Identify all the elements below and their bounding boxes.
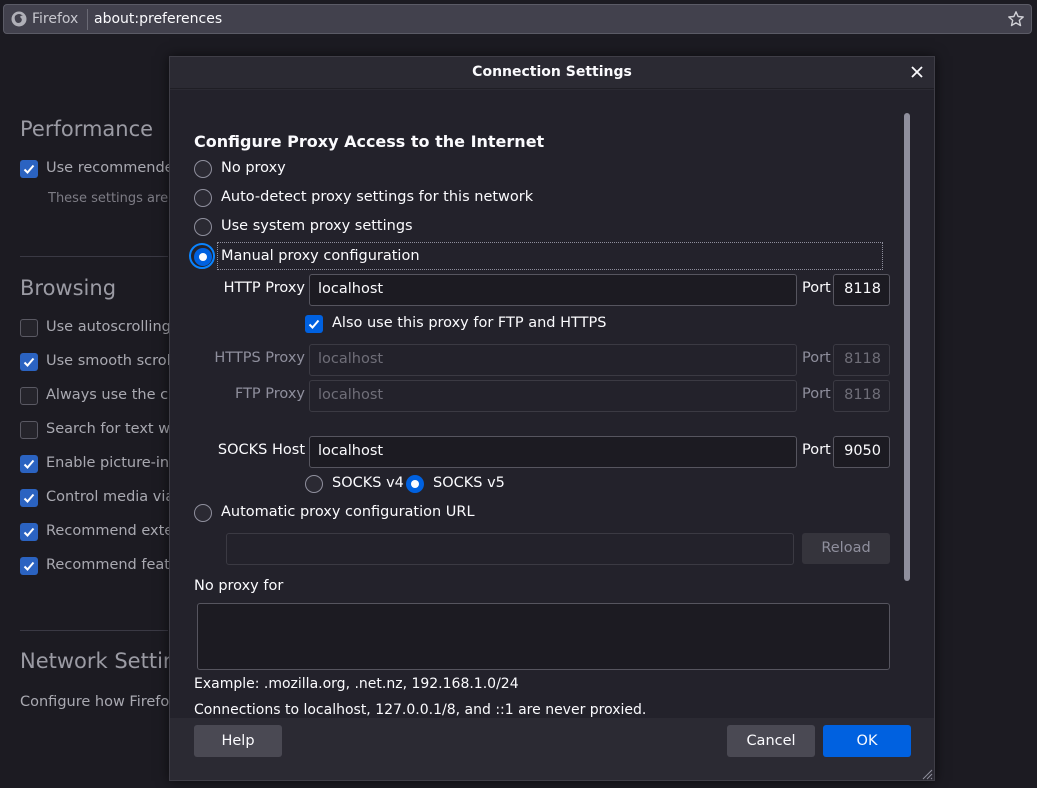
browsing-item-label: Always use the cu xyxy=(46,387,178,403)
browsing-checkbox[interactable] xyxy=(20,387,38,405)
use-recommended-label: Use recommende xyxy=(46,160,174,176)
browsing-item-label: Search for text wh xyxy=(46,421,180,437)
browsing-checkbox[interactable] xyxy=(20,319,38,337)
browsing-item-label: Enable picture-in- xyxy=(46,455,175,471)
browsing-checkbox[interactable] xyxy=(20,353,38,371)
http-proxy-input[interactable]: localhost xyxy=(309,274,797,306)
section-divider xyxy=(20,256,168,257)
socks-port-input[interactable]: 9050 xyxy=(833,436,890,468)
no-proxy-label[interactable]: No proxy xyxy=(221,160,286,176)
no-proxy-radio[interactable] xyxy=(194,160,212,178)
help-button[interactable]: Help xyxy=(194,725,282,757)
https-proxy-label: HTTPS Proxy xyxy=(214,350,305,366)
socks-v4-label[interactable]: SOCKS v4 xyxy=(332,475,404,491)
auto-config-url-radio[interactable] xyxy=(194,504,212,522)
socks-host-label: SOCKS Host xyxy=(217,442,305,458)
socks-port-label: Port xyxy=(802,442,831,458)
ftp-proxy-input[interactable]: localhost xyxy=(309,380,797,412)
browsing-checkbox[interactable] xyxy=(20,421,38,439)
ok-button[interactable]: OK xyxy=(823,725,911,757)
auto-config-url-input[interactable] xyxy=(226,533,794,565)
dialog-body: Configure Proxy Access to the Internet N… xyxy=(170,90,934,718)
reload-button[interactable]: Reload xyxy=(802,533,890,564)
bookmark-star-icon[interactable] xyxy=(1007,10,1025,28)
browsing-item-label: Use smooth scroll xyxy=(46,353,175,369)
ftp-port-label: Port xyxy=(802,386,831,402)
network-settings-description: Configure how Firefox xyxy=(20,694,178,710)
https-port-input[interactable]: 8118 xyxy=(833,344,890,376)
dialog-footer: Help Cancel OK xyxy=(170,718,934,780)
url-text[interactable]: about:preferences xyxy=(94,11,222,27)
browsing-item-label: Control media via xyxy=(46,489,175,505)
settings-note: These settings are t xyxy=(48,191,178,206)
dialog-header: Connection Settings xyxy=(170,57,934,89)
identity-label[interactable]: Firefox xyxy=(32,11,78,27)
url-separator xyxy=(87,9,88,30)
socks-v5-radio[interactable] xyxy=(406,475,424,493)
firefox-icon xyxy=(11,11,27,27)
ftp-port-input[interactable]: 8118 xyxy=(833,380,890,412)
use-recommended-checkbox[interactable] xyxy=(20,160,38,178)
socks-v4-radio[interactable] xyxy=(305,475,323,493)
no-proxy-for-label: No proxy for xyxy=(194,578,284,594)
section-divider xyxy=(20,630,168,631)
browsing-heading: Browsing xyxy=(20,276,117,300)
http-proxy-label: HTTP Proxy xyxy=(223,280,305,296)
browsing-item-label: Recommend exte xyxy=(46,523,174,539)
network-settings-heading: Network Setting xyxy=(20,649,190,673)
browsing-checkbox[interactable] xyxy=(20,455,38,473)
browsing-checkbox[interactable] xyxy=(20,557,38,575)
scrollbar[interactable] xyxy=(901,109,913,718)
browsing-checkbox[interactable] xyxy=(20,489,38,507)
auto-config-url-label[interactable]: Automatic proxy configuration URL xyxy=(221,504,475,520)
browsing-item-label: Use autoscrolling xyxy=(46,319,171,335)
url-bar[interactable]: Firefox about:preferences xyxy=(3,4,1032,34)
localhost-note: Connections to localhost, 127.0.0.1/8, a… xyxy=(194,702,647,718)
dialog-title: Connection Settings xyxy=(472,64,632,80)
http-port-label: Port xyxy=(802,280,831,296)
https-proxy-input[interactable]: localhost xyxy=(309,344,797,376)
socks-host-input[interactable]: localhost xyxy=(309,436,797,468)
example-note: Example: .mozilla.org, .net.nz, 192.168.… xyxy=(194,676,519,692)
ftp-proxy-label: FTP Proxy xyxy=(234,386,305,402)
socks-v5-label[interactable]: SOCKS v5 xyxy=(433,475,505,491)
http-port-input[interactable]: 8118 xyxy=(833,274,890,306)
manual-proxy-radio[interactable] xyxy=(194,248,212,266)
section-title: Configure Proxy Access to the Internet xyxy=(194,132,545,151)
browser-toolbar: Firefox about:preferences xyxy=(0,0,1037,40)
browsing-item-label: Recommend featu xyxy=(46,557,180,573)
auto-detect-label[interactable]: Auto-detect proxy settings for this netw… xyxy=(221,189,533,205)
performance-heading: Performance xyxy=(20,117,154,141)
system-proxy-label[interactable]: Use system proxy settings xyxy=(221,218,413,234)
resize-grip-icon[interactable] xyxy=(920,767,933,780)
also-use-proxy-label[interactable]: Also use this proxy for FTP and HTTPS xyxy=(332,315,606,331)
system-proxy-radio[interactable] xyxy=(194,218,212,236)
no-proxy-for-textarea[interactable] xyxy=(197,603,890,670)
close-icon[interactable] xyxy=(910,65,924,79)
also-use-proxy-checkbox[interactable] xyxy=(305,315,323,333)
scrollbar-thumb[interactable] xyxy=(904,113,910,581)
manual-proxy-label[interactable]: Manual proxy configuration xyxy=(221,248,420,264)
browsing-checkbox[interactable] xyxy=(20,523,38,541)
https-port-label: Port xyxy=(802,350,831,366)
auto-detect-radio[interactable] xyxy=(194,189,212,207)
connection-settings-dialog: Connection Settings Configure Proxy Acce… xyxy=(169,56,935,781)
cancel-button[interactable]: Cancel xyxy=(727,725,815,757)
